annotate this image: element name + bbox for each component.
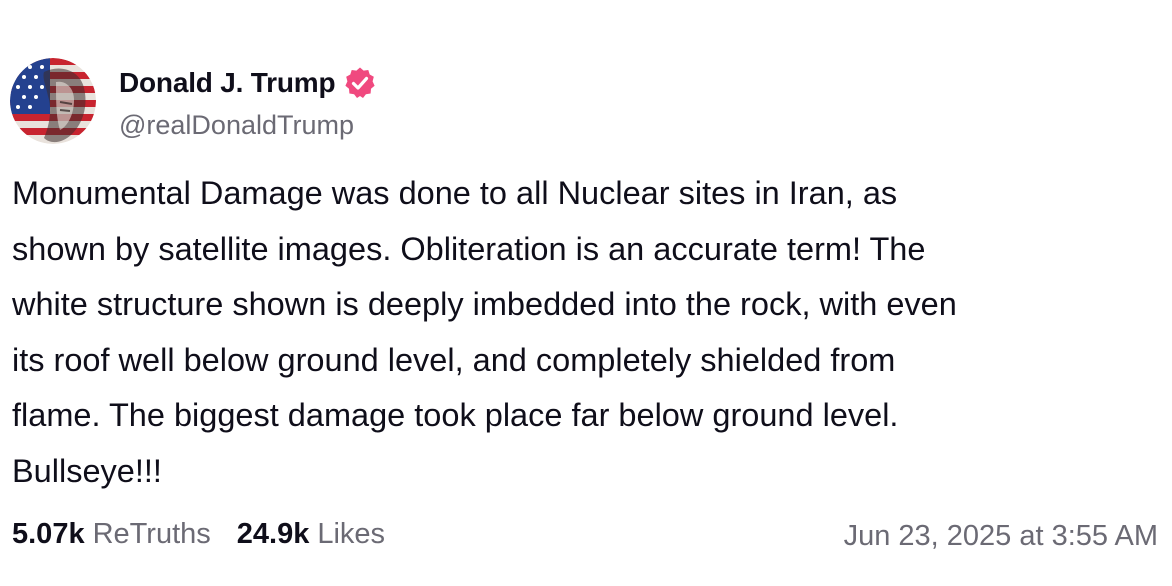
author-display-name[interactable]: Donald J. Trump [119, 67, 336, 99]
author-handle[interactable]: @realDonaldTrump [119, 110, 354, 141]
flag-portrait-avatar-icon [10, 58, 96, 144]
post-body-text: Monumental Damage was done to all Nuclea… [12, 175, 957, 489]
likes-count: 24.9k [236, 518, 310, 550]
retruths-count: 5.07k [12, 518, 85, 550]
truth-post: Donald J. Trump @realDonaldTrump Monumen… [0, 0, 1172, 586]
author-name-row: Donald J. Trump [119, 66, 377, 100]
likes-label: Likes [317, 518, 386, 550]
author-avatar[interactable] [10, 58, 96, 144]
retruths-label: ReTruths [92, 518, 211, 550]
engagement-stats: 5.07k ReTruths 24.9k Likes [12, 518, 385, 551]
likes-stat[interactable]: 24.9k Likes [237, 518, 385, 551]
verified-badge-icon [345, 67, 375, 98]
retruths-stat[interactable]: 5.07k ReTruths [12, 518, 211, 551]
post-timestamp[interactable]: Jun 23, 2025 at 3:55 AM [844, 520, 1158, 553]
